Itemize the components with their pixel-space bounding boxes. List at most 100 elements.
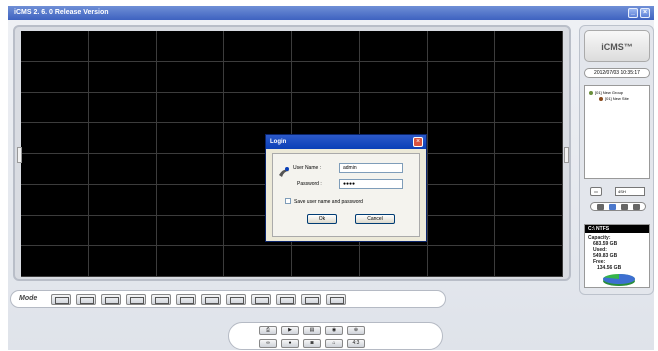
video-cell[interactable] xyxy=(21,31,89,62)
save-credentials-checkbox[interactable] xyxy=(285,198,291,204)
login-dialog-title: Login xyxy=(266,135,426,149)
disk-usage-panel: C:\ NTFS Capacity: 683.59 GB Used: 549.8… xyxy=(584,224,650,288)
video-cell[interactable] xyxy=(495,184,563,216)
ok-button[interactable]: Ok xyxy=(307,214,337,224)
video-cell[interactable] xyxy=(427,92,496,124)
video-cell[interactable] xyxy=(224,92,292,124)
video-cell[interactable] xyxy=(88,215,157,247)
layout-mode-button-12[interactable] xyxy=(326,294,346,305)
video-cell[interactable] xyxy=(88,246,157,277)
control-icon-2[interactable] xyxy=(609,204,616,210)
video-cell[interactable] xyxy=(427,246,496,277)
lock-icon[interactable]: ⌂ xyxy=(325,339,343,348)
video-cell[interactable] xyxy=(495,215,563,247)
layout-mode-button-7[interactable] xyxy=(201,294,221,305)
record-list-icon[interactable]: ▤ xyxy=(303,326,321,335)
video-cell[interactable] xyxy=(495,154,563,185)
video-cell[interactable] xyxy=(224,61,292,93)
video-cell[interactable] xyxy=(224,246,292,277)
control-icon-3[interactable] xyxy=(621,204,628,210)
tree-item-group[interactable]: [01] New Group xyxy=(595,90,623,95)
control-icon-4[interactable] xyxy=(633,204,640,210)
play-icon[interactable]: ▶ xyxy=(281,326,299,335)
capture-icon[interactable]: ◙ xyxy=(303,339,321,348)
video-cell[interactable] xyxy=(156,184,225,216)
layout-mode-button-2[interactable] xyxy=(76,294,96,305)
video-cell[interactable] xyxy=(88,92,157,124)
video-cell[interactable] xyxy=(21,154,89,185)
save-credentials-label: Save user name and password xyxy=(294,199,363,205)
print-icon[interactable]: ⎙ xyxy=(259,326,277,335)
video-cell[interactable] xyxy=(359,92,428,124)
video-cell[interactable] xyxy=(21,215,89,247)
video-cell[interactable] xyxy=(21,92,89,124)
video-cell[interactable] xyxy=(427,31,496,62)
layout-mode-button-4[interactable] xyxy=(126,294,146,305)
video-cell[interactable] xyxy=(156,215,225,247)
video-cell[interactable] xyxy=(427,61,496,93)
layout-mode-button-5[interactable] xyxy=(151,294,171,305)
video-cell[interactable] xyxy=(156,123,225,154)
video-cell[interactable] xyxy=(359,61,428,93)
datetime-display: 2012/07/03 10:35:17 xyxy=(584,68,650,78)
video-cell[interactable] xyxy=(88,154,157,185)
site-icon xyxy=(599,97,603,101)
video-cell[interactable] xyxy=(21,61,89,93)
video-cell[interactable] xyxy=(427,215,496,247)
layout-mode-button-6[interactable] xyxy=(176,294,196,305)
video-cell[interactable] xyxy=(495,123,563,154)
video-cell[interactable] xyxy=(495,92,563,124)
video-cell[interactable] xyxy=(156,61,225,93)
layout-mode-button-8[interactable] xyxy=(226,294,246,305)
title-bar: iCMS 2. 6. 0 Release Version _ × xyxy=(8,6,654,20)
video-cell[interactable] xyxy=(88,61,157,93)
split-mode-select[interactable]: 4SH xyxy=(615,187,645,196)
video-cell[interactable] xyxy=(292,246,360,277)
video-cell[interactable] xyxy=(292,61,360,93)
layout-mode-button-10[interactable] xyxy=(276,294,296,305)
video-cell[interactable] xyxy=(88,184,157,216)
camera-icon[interactable]: ● xyxy=(281,339,299,348)
video-cell[interactable] xyxy=(495,31,563,62)
monitor-icon[interactable]: ▭ xyxy=(590,187,602,196)
video-cell[interactable] xyxy=(156,92,225,124)
video-cell[interactable] xyxy=(88,31,157,62)
video-cell[interactable] xyxy=(359,31,428,62)
password-field[interactable]: ●●●● xyxy=(339,179,403,189)
video-cell[interactable] xyxy=(156,246,225,277)
left-collapse-handle[interactable] xyxy=(17,147,22,163)
right-collapse-handle[interactable] xyxy=(564,147,569,163)
cancel-button[interactable]: Cancel xyxy=(355,214,395,224)
video-cell[interactable] xyxy=(427,184,496,216)
layout-mode-button-11[interactable] xyxy=(301,294,321,305)
zoom-icon[interactable]: ⊕ xyxy=(347,326,365,335)
video-cell[interactable] xyxy=(495,246,563,277)
binocular-icon[interactable]: ∞ xyxy=(259,339,277,348)
video-cell[interactable] xyxy=(427,123,496,154)
video-cell[interactable] xyxy=(495,61,563,93)
snapshot-icon[interactable]: ◉ xyxy=(325,326,343,335)
layout-mode-button-1[interactable] xyxy=(51,294,71,305)
close-icon[interactable]: × xyxy=(413,137,423,147)
right-sidebar: iCMS™ 2012/07/03 10:35:17 [01] New Group… xyxy=(579,25,654,295)
tree-item-site[interactable]: [01] New Site xyxy=(605,96,629,101)
video-cell[interactable] xyxy=(427,154,496,185)
video-cell[interactable] xyxy=(156,154,225,185)
video-cell[interactable] xyxy=(224,31,292,62)
layout-mode-button-9[interactable] xyxy=(251,294,271,305)
video-cell[interactable] xyxy=(292,92,360,124)
close-window-button[interactable]: × xyxy=(640,8,650,18)
video-cell[interactable] xyxy=(21,184,89,216)
video-cell[interactable] xyxy=(156,31,225,62)
video-cell[interactable] xyxy=(359,246,428,277)
aspect-ratio-button[interactable]: 4:3 xyxy=(347,339,365,348)
video-cell[interactable] xyxy=(292,31,360,62)
minimize-button[interactable]: _ xyxy=(628,8,638,18)
video-cell[interactable] xyxy=(88,123,157,154)
username-field[interactable]: admin xyxy=(339,163,403,173)
video-cell[interactable] xyxy=(21,246,89,277)
layout-mode-button-3[interactable] xyxy=(101,294,121,305)
control-icon-1[interactable] xyxy=(597,204,604,210)
video-cell[interactable] xyxy=(21,123,89,154)
window-title: iCMS 2. 6. 0 Release Version xyxy=(14,9,109,16)
